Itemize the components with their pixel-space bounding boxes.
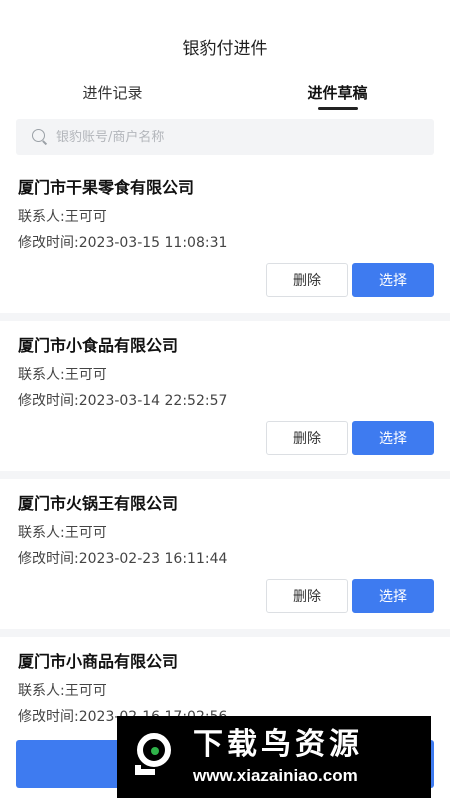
tab-drafts[interactable]: 进件草稿 — [225, 72, 450, 112]
company-name: 厦门市小食品有限公司 — [18, 336, 179, 355]
contact-text: 联系人:王可可 — [18, 683, 107, 699]
select-button[interactable]: 选择 — [352, 579, 434, 613]
watermark-banner: 下载鸟资源 www.xiazainiao.com — [117, 716, 431, 798]
draft-list: 厦门市干果零食有限公司 联系人:王可可 修改时间:2023-03-15 11:0… — [0, 163, 450, 745]
bird-logo-icon — [131, 731, 183, 783]
search-input[interactable] — [56, 129, 434, 145]
select-button[interactable]: 选择 — [352, 421, 434, 455]
contact-text: 联系人:王可可 — [18, 209, 107, 225]
card-actions: 删除 选择 — [18, 579, 434, 613]
modified-time: 修改时间:2023-02-23 16:11:44 — [18, 551, 228, 567]
select-button[interactable]: 选择 — [352, 263, 434, 297]
contact-text: 联系人:王可可 — [18, 525, 107, 541]
search-icon — [32, 129, 48, 145]
tab-bar: 进件记录 进件草稿 — [0, 72, 450, 112]
page-title: 银豹付进件 — [182, 38, 268, 59]
watermark-url: www.xiazainiao.com — [193, 766, 358, 785]
list-item: 厦门市干果零食有限公司 联系人:王可可 修改时间:2023-03-15 11:0… — [0, 163, 450, 313]
company-name: 厦门市小商品有限公司 — [18, 652, 179, 671]
list-item: 厦门市火锅王有限公司 联系人:王可可 修改时间:2023-02-23 16:11… — [0, 471, 450, 629]
modified-time: 修改时间:2023-03-15 11:08:31 — [18, 235, 228, 251]
card-actions: 删除 选择 — [18, 263, 434, 297]
modified-time: 修改时间:2023-03-14 22:52:57 — [18, 393, 228, 409]
contact-text: 联系人:王可可 — [18, 367, 107, 383]
app-header: 银豹付进件 — [0, 0, 450, 72]
delete-button[interactable]: 删除 — [266, 421, 348, 455]
tab-records[interactable]: 进件记录 — [0, 72, 225, 112]
watermark-title: 下载鸟资源 — [193, 727, 363, 762]
list-item: 厦门市小食品有限公司 联系人:王可可 修改时间:2023-03-14 22:52… — [0, 313, 450, 471]
company-name: 厦门市干果零食有限公司 — [18, 178, 195, 197]
delete-button[interactable]: 删除 — [266, 579, 348, 613]
search-bar[interactable] — [16, 119, 434, 155]
card-actions: 删除 选择 — [18, 421, 434, 455]
delete-button[interactable]: 删除 — [266, 263, 348, 297]
company-name: 厦门市火锅王有限公司 — [18, 494, 179, 513]
